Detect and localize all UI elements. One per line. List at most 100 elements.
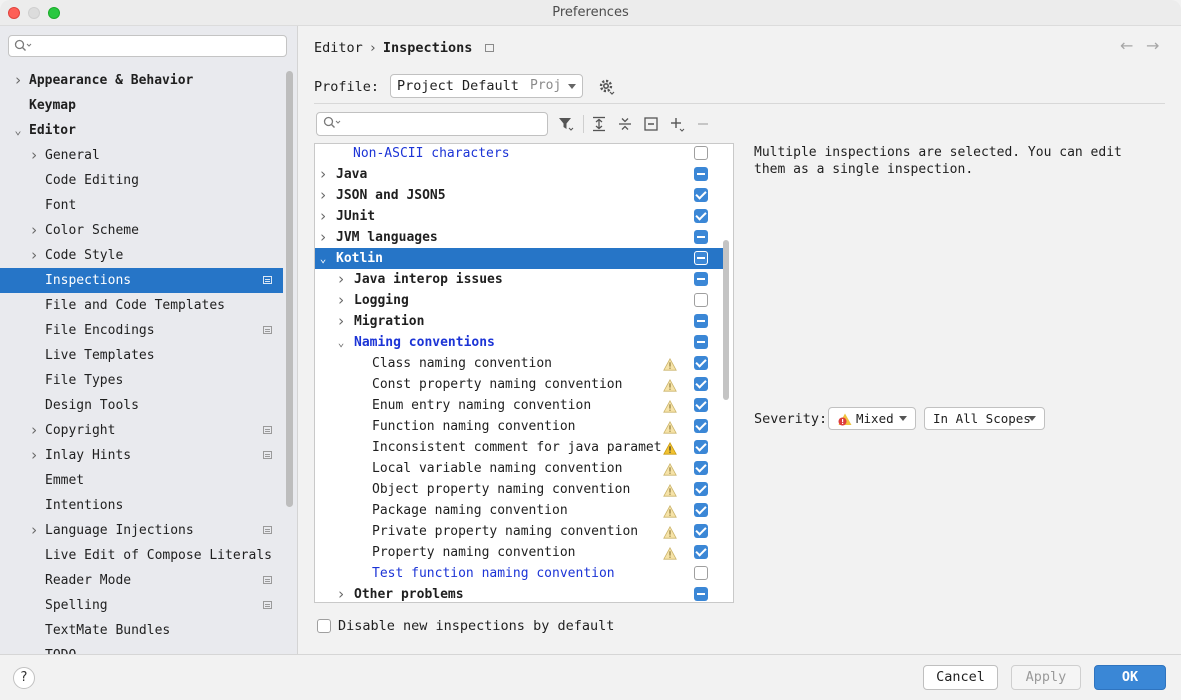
sidebar-item-inspections[interactable]: Inspections [0,268,283,293]
chevron-right-icon[interactable]: › [28,218,40,243]
help-button[interactable]: ? [13,667,35,689]
back-arrow-icon[interactable]: ← [1120,36,1133,55]
chevron-right-icon[interactable]: › [28,443,40,468]
inspection-row[interactable]: › JVM languages [315,227,723,248]
expand-all-icon[interactable] [591,116,607,132]
inspection-enabled-checkbox[interactable] [694,566,708,580]
sidebar-item-file-types[interactable]: File Types [0,368,283,393]
inspection-row[interactable]: › Migration [315,311,723,332]
sidebar-item-design-tools[interactable]: Design Tools [0,393,283,418]
inspection-enabled-checkbox[interactable] [694,461,708,475]
breadcrumb-editor[interactable]: Editor [314,40,363,56]
sidebar-item-editor[interactable]: ⌄ Editor [0,118,283,143]
inspection-row[interactable]: ⌄ Kotlin [315,248,723,269]
chevron-right-icon[interactable]: › [317,227,329,248]
inspection-enabled-checkbox[interactable] [694,587,708,601]
chevron-right-icon[interactable]: › [317,164,329,185]
inspection-row[interactable]: Inconsistent comment for java paramet [315,437,723,458]
collapse-all-icon[interactable] [617,116,633,132]
inspection-enabled-checkbox[interactable] [694,440,708,454]
inspection-row[interactable]: Private property naming convention [315,521,723,542]
sidebar-item-general[interactable]: › General [0,143,283,168]
disable-new-inspections-checkbox[interactable] [317,619,331,633]
sidebar-item-font[interactable]: Font [0,193,283,218]
inspection-row[interactable]: › Java interop issues [315,269,723,290]
ok-button[interactable]: OK [1094,665,1166,690]
inspection-row[interactable]: Const property naming convention [315,374,723,395]
inspection-enabled-checkbox[interactable] [694,251,708,265]
chevron-right-icon[interactable]: › [28,418,40,443]
sidebar-item-live-templates[interactable]: Live Templates [0,343,283,368]
inspection-enabled-checkbox[interactable] [694,314,708,328]
inspection-row[interactable]: › Java [315,164,723,185]
sidebar-item-code-editing[interactable]: Code Editing [0,168,283,193]
filter-icon[interactable] [558,116,574,132]
sidebar-item-file-encodings[interactable]: File Encodings [0,318,283,343]
chevron-right-icon[interactable]: › [335,311,347,332]
inspection-row[interactable]: Local variable naming convention [315,458,723,479]
inspection-enabled-checkbox[interactable] [694,230,708,244]
remove-icon[interactable] [695,116,711,132]
chevron-down-icon[interactable]: ⌄ [317,248,329,269]
inspection-enabled-checkbox[interactable] [694,356,708,370]
inspection-enabled-checkbox[interactable] [694,377,708,391]
settings-search-input[interactable] [8,35,287,57]
inspection-row[interactable]: › Logging [315,290,723,311]
sidebar-item-inlay-hints[interactable]: › Inlay Hints [0,443,283,468]
chevron-right-icon[interactable]: › [12,68,24,93]
inspection-enabled-checkbox[interactable] [694,293,708,307]
sidebar-item-code-style[interactable]: › Code Style [0,243,283,268]
scope-dropdown[interactable]: In All Scopes [924,407,1045,430]
sidebar-item-emmet[interactable]: Emmet [0,468,283,493]
chevron-down-icon[interactable]: ⌄ [12,118,24,143]
chevron-right-icon[interactable]: › [28,518,40,543]
chevron-right-icon[interactable]: › [335,269,347,290]
sidebar-item-language-injections[interactable]: › Language Injections [0,518,283,543]
sidebar-item-file-and-code-templates[interactable]: File and Code Templates [0,293,283,318]
gear-icon[interactable] [598,78,616,96]
inspection-enabled-checkbox[interactable] [694,482,708,496]
inspections-scrollbar[interactable] [723,240,729,400]
add-icon[interactable] [669,116,685,132]
inspection-row[interactable]: Non-ASCII characters [315,144,723,164]
inspection-enabled-checkbox[interactable] [694,545,708,559]
sidebar-item-textmate-bundles[interactable]: TextMate Bundles [0,618,283,643]
sidebar-scrollbar[interactable] [286,71,293,507]
sidebar-item-todo[interactable]: TODO [0,643,283,654]
inspection-enabled-checkbox[interactable] [694,209,708,223]
chevron-down-icon[interactable]: ⌄ [335,332,347,353]
inspection-row[interactable]: Function naming convention [315,416,723,437]
inspection-row[interactable]: Package naming convention [315,500,723,521]
chevron-right-icon[interactable]: › [335,584,347,602]
reset-to-default-icon[interactable] [643,116,659,132]
sidebar-item-intentions[interactable]: Intentions [0,493,283,518]
chevron-right-icon[interactable]: › [317,206,329,227]
sidebar-item-spelling[interactable]: Spelling [0,593,283,618]
sidebar-item-appearance-behavior[interactable]: › Appearance & Behavior [0,68,283,93]
inspection-enabled-checkbox[interactable] [694,146,708,160]
inspection-filter-input[interactable] [316,112,548,136]
sidebar-item-copyright[interactable]: › Copyright [0,418,283,443]
inspection-row[interactable]: Enum entry naming convention [315,395,723,416]
inspection-enabled-checkbox[interactable] [694,335,708,349]
sidebar-item-keymap[interactable]: Keymap [0,93,283,118]
sidebar-item-reader-mode[interactable]: Reader Mode [0,568,283,593]
chevron-right-icon[interactable]: › [335,290,347,311]
severity-dropdown[interactable]: Mixed [828,407,916,430]
inspection-row[interactable]: › JSON and JSON5 [315,185,723,206]
inspection-enabled-checkbox[interactable] [694,272,708,286]
inspection-row[interactable]: ⌄ Naming conventions [315,332,723,353]
inspection-row[interactable]: Test function naming convention [315,563,723,584]
inspection-enabled-checkbox[interactable] [694,503,708,517]
inspection-row[interactable]: › JUnit [315,206,723,227]
profile-dropdown[interactable]: Project Default Proj [390,74,583,98]
inspection-enabled-checkbox[interactable] [694,188,708,202]
chevron-right-icon[interactable]: › [28,143,40,168]
inspection-enabled-checkbox[interactable] [694,419,708,433]
inspection-enabled-checkbox[interactable] [694,398,708,412]
inspection-row[interactable]: Property naming convention [315,542,723,563]
inspection-enabled-checkbox[interactable] [694,167,708,181]
chevron-right-icon[interactable]: › [317,185,329,206]
inspection-row[interactable]: Object property naming convention [315,479,723,500]
cancel-button[interactable]: Cancel [923,665,998,690]
